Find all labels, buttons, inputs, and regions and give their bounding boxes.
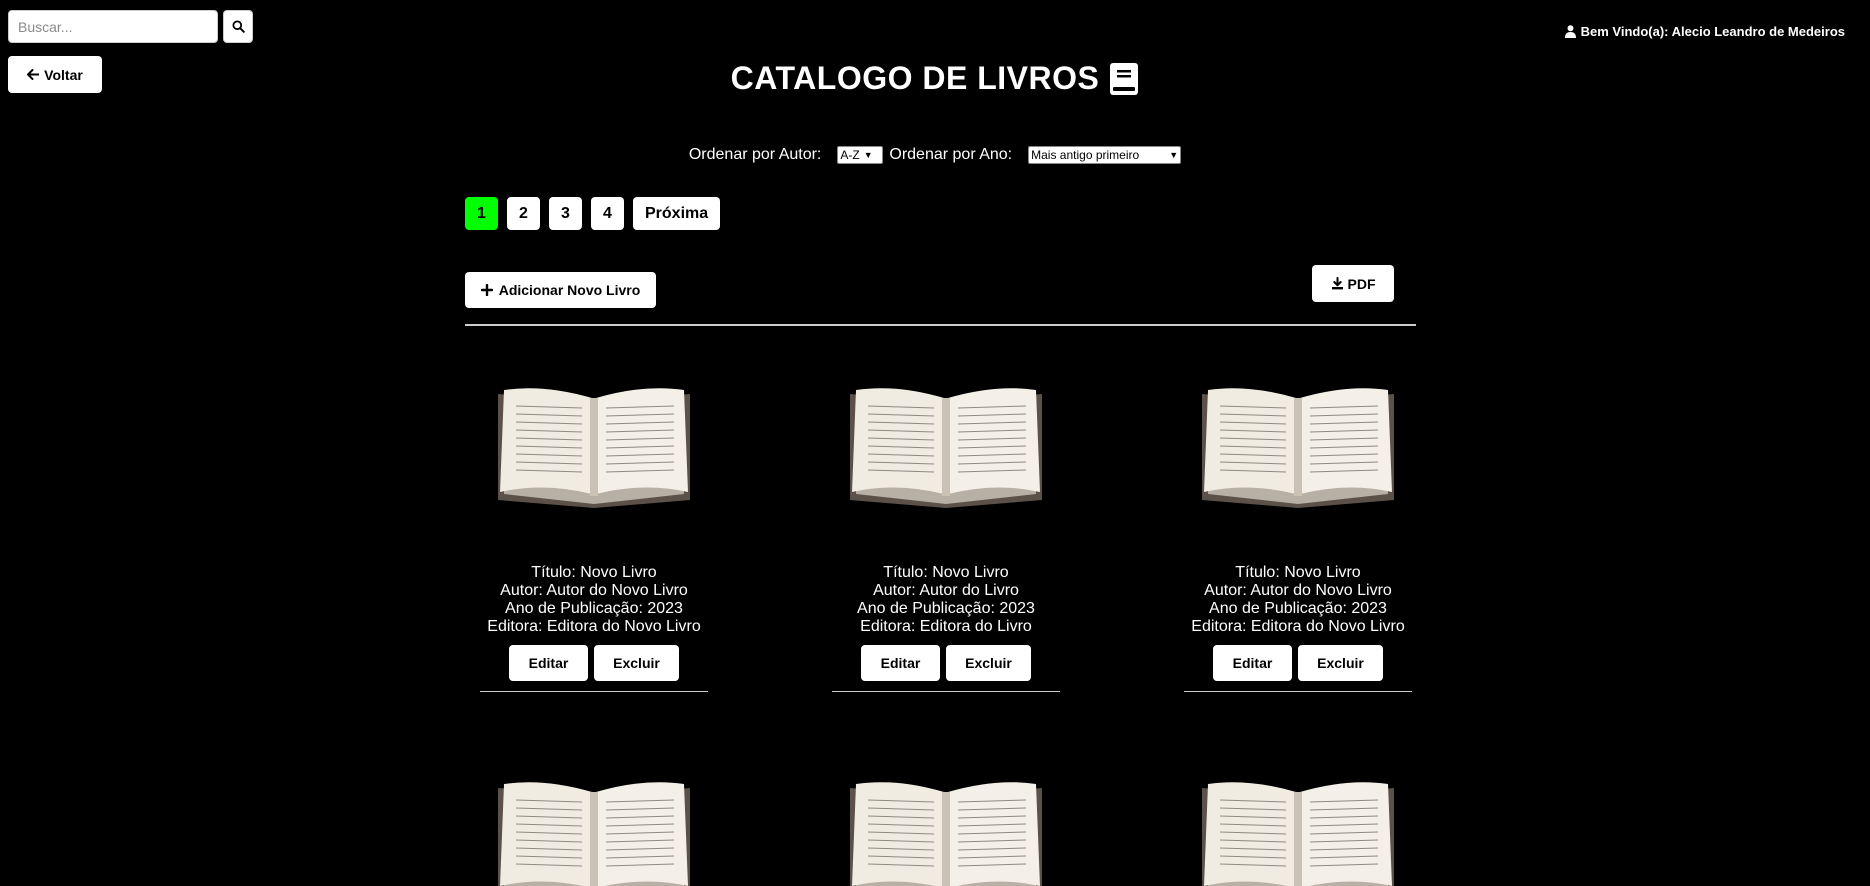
add-book-label: Adicionar Novo Livro: [498, 282, 641, 298]
edit-button[interactable]: Editar: [861, 645, 940, 681]
divider: [832, 691, 1060, 692]
delete-button[interactable]: Excluir: [946, 645, 1031, 681]
book-year: Ano de Publicação: 2023: [1209, 600, 1387, 617]
book-actions: Editar Excluir: [796, 645, 1096, 681]
book-card: Título: Novo Livro Autor: Autor do Livro…: [796, 378, 1096, 692]
chevron-down-icon: ▼: [1169, 150, 1179, 160]
sort-year-select[interactable]: Mais antigo primeiro ▼: [1028, 146, 1182, 164]
book-publisher: Editora: Editora do Livro: [860, 618, 1032, 635]
page-title: CATALOGO DE LIVROS: [0, 60, 1870, 97]
plus-icon: [480, 284, 493, 296]
pagination: 1 2 3 4 Próxima: [465, 197, 721, 230]
sort-year-label: Ordenar por Ano:: [889, 146, 1013, 163]
page-button-1[interactable]: 1: [465, 197, 498, 230]
next-page-button[interactable]: Próxima: [633, 197, 721, 230]
pdf-button[interactable]: PDF: [1312, 265, 1394, 302]
book-cover-image: [497, 387, 691, 509]
book-actions: Editar Excluir: [1148, 645, 1448, 681]
welcome-text: Bem Vindo(a): Alecio Leandro de Medeiros: [1580, 24, 1845, 39]
search-bar: [8, 10, 253, 43]
book-card: [796, 772, 1096, 886]
book-cover-image: [849, 781, 1043, 886]
sort-author-select[interactable]: A-Z ▼: [837, 146, 884, 164]
book-card: Título: Novo Livro Autor: Autor do Novo …: [1148, 378, 1448, 692]
divider: [480, 691, 708, 692]
book-cover-image: [1201, 781, 1395, 886]
page-button-4[interactable]: 4: [591, 197, 624, 230]
search-icon: [231, 20, 245, 33]
user-icon: [1564, 25, 1576, 38]
book-cover-image: [1201, 387, 1395, 509]
book-title: Título: Novo Livro: [883, 564, 1009, 581]
page-button-3[interactable]: 3: [549, 197, 582, 230]
pdf-label: PDF: [1347, 275, 1376, 292]
book-card: [1148, 772, 1448, 886]
book-publisher: Editora: Editora do Novo Livro: [487, 618, 701, 635]
sort-year-value: Mais antigo primeiro: [1031, 148, 1140, 162]
delete-button[interactable]: Excluir: [1298, 645, 1383, 681]
divider: [1184, 691, 1412, 692]
book-card: [444, 772, 744, 886]
book-cover-image: [497, 781, 691, 886]
book-cover-image: [849, 387, 1043, 509]
divider: [465, 324, 1416, 326]
search-button[interactable]: [223, 10, 253, 43]
chevron-down-icon: ▼: [863, 150, 873, 160]
book-card: Título: Novo Livro Autor: Autor do Novo …: [444, 378, 744, 692]
edit-button[interactable]: Editar: [1213, 645, 1292, 681]
book-author: Autor: Autor do Livro: [873, 582, 1019, 599]
book-icon: [1110, 62, 1139, 95]
sort-controls: Ordenar por Autor: A-Z ▼ Ordenar por Ano…: [0, 146, 1870, 164]
book-title: Título: Novo Livro: [1235, 564, 1361, 581]
book-publisher: Editora: Editora do Novo Livro: [1191, 618, 1405, 635]
download-icon: [1331, 277, 1343, 290]
sort-author-value: A-Z: [840, 148, 860, 162]
search-input[interactable]: [8, 10, 218, 43]
sort-author-label: Ordenar por Autor:: [688, 146, 822, 163]
book-title: Título: Novo Livro: [531, 564, 657, 581]
welcome-user: Bem Vindo(a): Alecio Leandro de Medeiros: [1564, 24, 1845, 39]
book-info: Título: Novo Livro Autor: Autor do Novo …: [1148, 564, 1448, 636]
book-info: Título: Novo Livro Autor: Autor do Novo …: [444, 564, 744, 636]
add-book-button[interactable]: Adicionar Novo Livro: [465, 272, 656, 308]
page-button-2[interactable]: 2: [507, 197, 540, 230]
book-info: Título: Novo Livro Autor: Autor do Livro…: [796, 564, 1096, 636]
book-year: Ano de Publicação: 2023: [505, 600, 683, 617]
book-author: Autor: Autor do Novo Livro: [1204, 582, 1392, 599]
book-author: Autor: Autor do Novo Livro: [500, 582, 688, 599]
book-year: Ano de Publicação: 2023: [857, 600, 1035, 617]
book-actions: Editar Excluir: [444, 645, 744, 681]
edit-button[interactable]: Editar: [509, 645, 588, 681]
delete-button[interactable]: Excluir: [594, 645, 679, 681]
page-title-text: CATALOGO DE LIVROS: [730, 60, 1100, 96]
